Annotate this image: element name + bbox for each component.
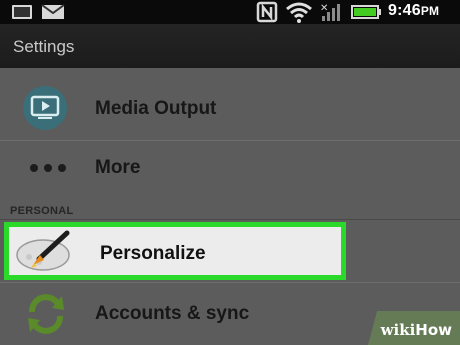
- paint-brush-palette-icon: [16, 230, 70, 271]
- list-item-media-output[interactable]: Media Output: [0, 76, 460, 140]
- list-item-label: More: [95, 157, 141, 178]
- gmail-icon: [41, 4, 65, 19]
- wikihow-watermark: wikiHow: [381, 321, 452, 339]
- list-item-more[interactable]: More: [0, 141, 460, 197]
- watermark-wiki: wiki: [380, 321, 416, 339]
- picture-icon: [12, 5, 32, 19]
- divider: [0, 282, 460, 283]
- list-item-label: Media Output: [95, 98, 217, 119]
- status-clock: 9:46PM: [388, 2, 440, 19]
- media-output-icon: [23, 86, 67, 130]
- list-item-label: Accounts & sync: [95, 303, 250, 324]
- more-dots-icon: [30, 164, 66, 172]
- list-item-personalize[interactable]: Personalize: [4, 222, 346, 280]
- page-title: Settings: [13, 37, 75, 56]
- list-item-label: Personalize: [100, 243, 206, 264]
- section-divider: [0, 219, 460, 220]
- battery-icon: [351, 5, 381, 19]
- watermark-how: How: [415, 321, 452, 339]
- settings-list: Media Output More PERSONAL Personalize A…: [0, 68, 460, 345]
- action-bar: Settings: [0, 24, 460, 68]
- nfc-icon: [256, 1, 278, 23]
- status-bar: ✕ 9:46PM: [0, 0, 460, 24]
- sync-icon: [28, 294, 64, 334]
- section-header-personal: PERSONAL: [10, 205, 74, 217]
- no-signal-icon: ✕: [320, 3, 340, 21]
- wifi-icon: [286, 2, 312, 23]
